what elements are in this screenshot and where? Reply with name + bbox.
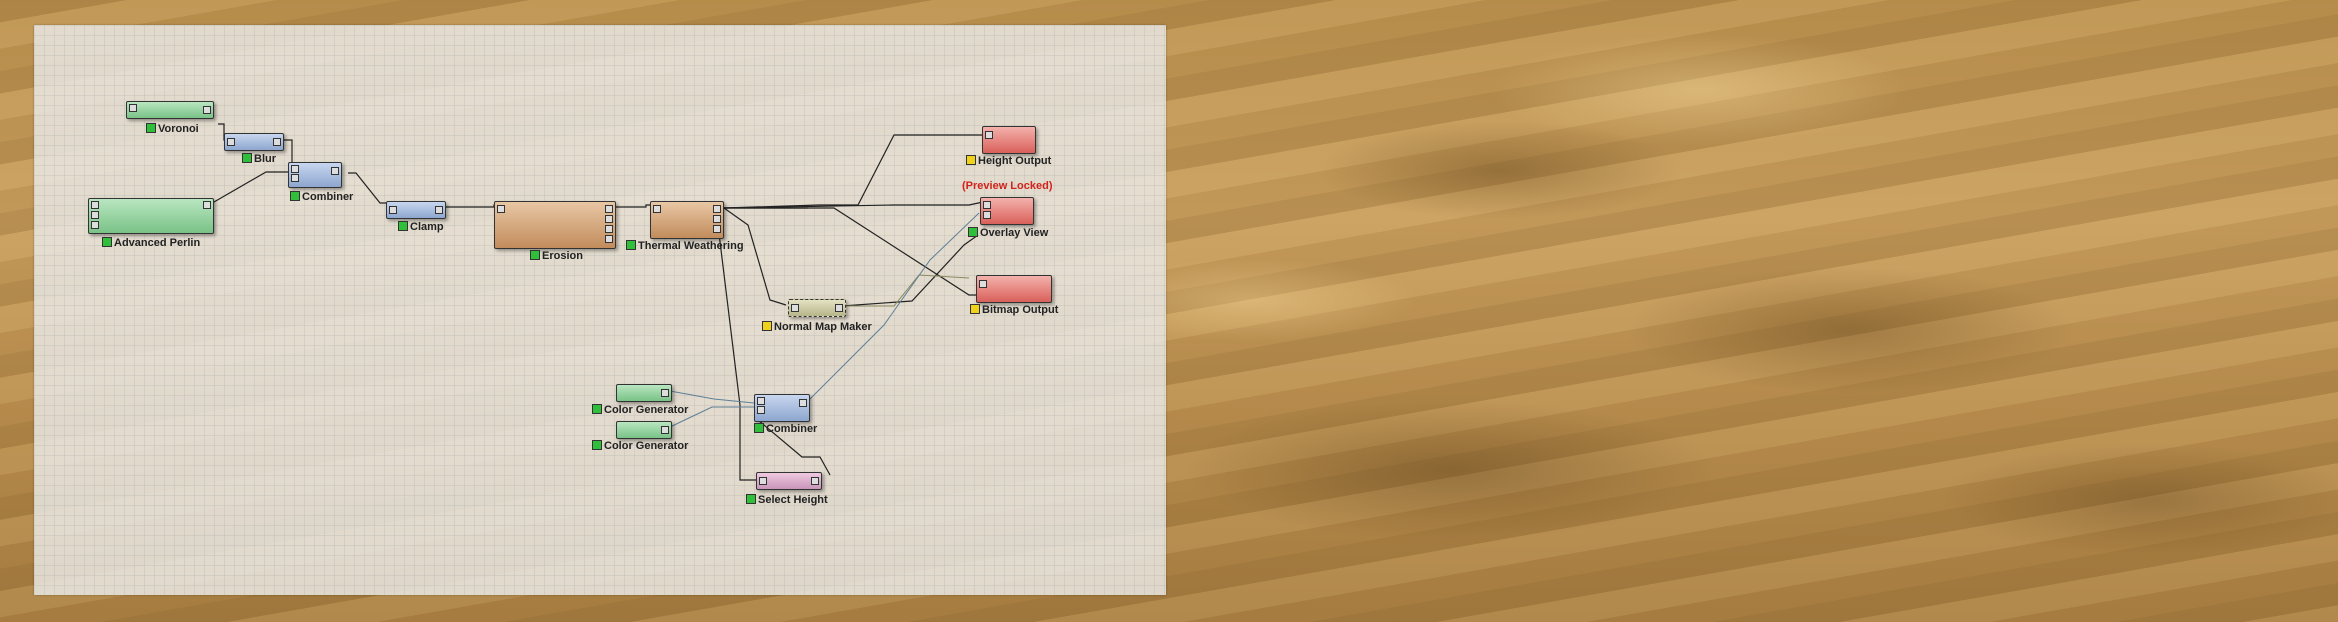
output-port[interactable] [713,225,721,233]
input-port[interactable] [227,138,235,146]
green-swatch-icon [102,237,112,247]
input-port[interactable] [91,221,99,229]
yellow-swatch-icon [970,304,980,314]
output-port[interactable] [435,206,443,214]
input-port[interactable] [653,205,661,213]
green-swatch-icon [746,494,756,504]
output-port[interactable] [713,215,721,223]
green-swatch-icon [592,440,602,450]
preview-locked-label: (Preview Locked) [962,180,1053,192]
yellow-swatch-icon [966,155,976,165]
input-port[interactable] [983,211,991,219]
color-generator-label: Color Generator [592,440,688,452]
input-port[interactable] [91,201,99,209]
output-port[interactable] [605,235,613,243]
wire [213,171,296,203]
bitmap-output-node[interactable] [976,275,1052,303]
output-port[interactable] [605,205,613,213]
clamp-label: Clamp [398,221,444,233]
input-port[interactable] [389,206,397,214]
input-port[interactable] [983,201,991,209]
green-swatch-icon [592,404,602,414]
green-swatch-icon [754,423,764,433]
green-swatch-icon [146,123,156,133]
wire [348,172,386,204]
output-port[interactable] [203,106,211,114]
overlay-view-label: Overlay View [968,227,1048,239]
green-swatch-icon [290,191,300,201]
select-height-label: Select Height [746,494,828,506]
input-port[interactable] [497,205,505,213]
input-port[interactable] [129,104,137,112]
height-output-node[interactable] [982,126,1036,154]
combiner-label: Combiner [754,423,817,435]
green-swatch-icon [398,221,408,231]
wire [724,207,978,296]
output-port[interactable] [273,138,281,146]
blur-node[interactable] [224,133,284,151]
output-port[interactable] [713,205,721,213]
thermal-weathering-node[interactable] [650,201,724,239]
input-port[interactable] [291,174,299,182]
advanced-perlin-label: Advanced Perlin [102,237,200,249]
color-generator-node[interactable] [616,421,672,439]
output-port[interactable] [661,426,669,434]
node-graph-canvas[interactable]: Voronoi Blur Combiner Advanced Perlin Cl… [34,25,1166,595]
normal-map-maker-label: Normal Map Maker [762,321,872,333]
blur-label: Blur [242,153,276,165]
input-port[interactable] [91,211,99,219]
bitmap-output-label: Bitmap Output [970,304,1058,316]
wire [723,207,787,306]
input-port[interactable] [291,165,299,173]
yellow-swatch-icon [762,321,772,331]
select-height-node[interactable] [756,472,822,490]
height-output-label: Height Output [966,155,1051,167]
wire [669,390,755,404]
wire [614,204,652,208]
green-swatch-icon [626,240,636,250]
input-port[interactable] [757,406,765,414]
wire [723,134,982,209]
thermal-weathering-label: Thermal Weathering [626,240,744,252]
green-swatch-icon [242,153,252,163]
erosion-node[interactable] [494,201,616,249]
clamp-node[interactable] [386,201,446,219]
color-generator-node[interactable] [616,384,672,402]
output-port[interactable] [605,215,613,223]
overlay-view-node[interactable] [980,197,1034,225]
color-generator-label: Color Generator [592,404,688,416]
output-port[interactable] [799,399,807,407]
erosion-label: Erosion [530,250,583,262]
output-port[interactable] [811,477,819,485]
voronoi-node[interactable] [126,101,214,119]
input-port[interactable] [985,131,993,139]
output-port[interactable] [835,304,843,312]
green-swatch-icon [968,227,978,237]
green-swatch-icon [530,250,540,260]
combiner-node[interactable] [288,162,342,188]
output-port[interactable] [605,225,613,233]
output-port[interactable] [331,167,339,175]
output-port[interactable] [203,201,211,209]
input-port[interactable] [979,280,987,288]
combiner-node[interactable] [754,394,810,422]
input-port[interactable] [791,304,799,312]
combiner-label: Combiner [290,191,353,203]
output-port[interactable] [661,389,669,397]
advanced-perlin-node[interactable] [88,198,214,234]
wire [827,234,979,308]
input-port[interactable] [759,477,767,485]
normal-map-maker-node[interactable] [788,299,846,317]
wire [444,204,500,208]
input-port[interactable] [757,397,765,405]
voronoi-label: Voronoi [146,123,199,135]
